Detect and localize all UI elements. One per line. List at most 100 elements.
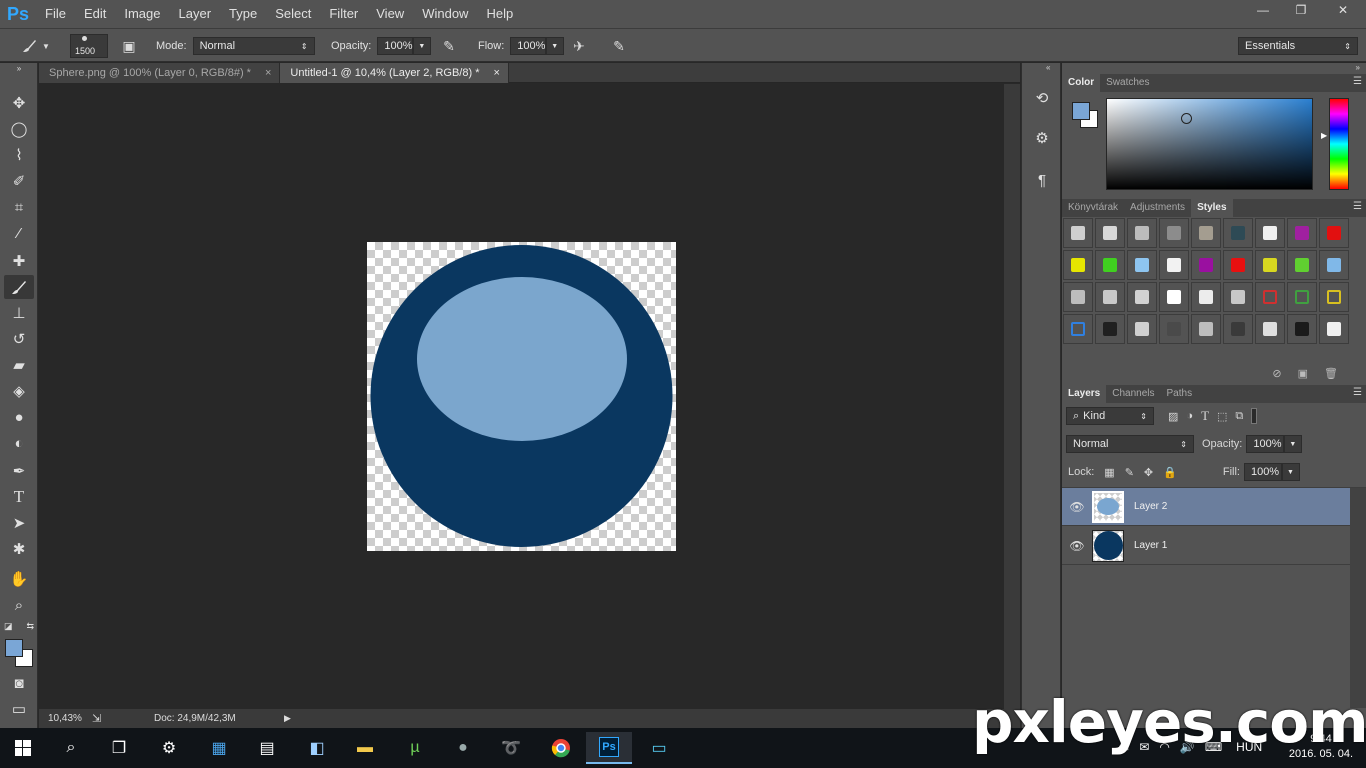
style-preset[interactable] bbox=[1223, 218, 1253, 248]
expand-panel-icon[interactable]: » bbox=[1356, 63, 1360, 72]
notes-app[interactable]: ◧ bbox=[294, 732, 340, 764]
style-preset[interactable] bbox=[1255, 250, 1285, 280]
layer-opacity-input[interactable]: 100% bbox=[1246, 435, 1285, 453]
new-style-icon[interactable]: ▣ bbox=[1298, 367, 1308, 380]
tab-adjustments[interactable]: Adjustments bbox=[1124, 199, 1191, 217]
menu-edit[interactable]: Edit bbox=[75, 0, 115, 28]
control-panel-app[interactable]: ▦ bbox=[196, 732, 242, 764]
blend-mode-dropdown[interactable]: Normal ⇕ bbox=[1066, 435, 1194, 453]
type-tool[interactable]: T bbox=[4, 485, 34, 509]
lasso-tool[interactable]: ⌇ bbox=[4, 143, 34, 167]
photoshop-app[interactable]: Ps bbox=[586, 732, 632, 764]
marquee-tool[interactable]: ◯ bbox=[4, 117, 34, 141]
clone-stamp-tool[interactable]: ⊥ bbox=[4, 301, 34, 325]
menu-view[interactable]: View bbox=[367, 0, 413, 28]
color-picker-marker[interactable] bbox=[1181, 113, 1192, 124]
mode-dropdown[interactable]: Normal ⇕ bbox=[192, 37, 315, 55]
history-panel-button[interactable]: ⟲ bbox=[1031, 87, 1053, 109]
style-preset[interactable] bbox=[1063, 314, 1093, 344]
filter-kind-dropdown[interactable]: ⌕ Kind ⇕ bbox=[1066, 407, 1154, 425]
clear-style-icon[interactable]: ⊘ bbox=[1272, 367, 1281, 380]
filter-toggle-switch[interactable] bbox=[1251, 408, 1258, 424]
style-preset[interactable] bbox=[1127, 218, 1157, 248]
layer-row-layer-2[interactable]: 👁 Layer 2 bbox=[1062, 488, 1350, 526]
paragraph-panel-button[interactable]: ¶ bbox=[1031, 169, 1053, 191]
lock-all-icon[interactable]: 🔒 bbox=[1163, 466, 1177, 479]
tab-swatches[interactable]: Swatches bbox=[1100, 74, 1155, 92]
menu-help[interactable]: Help bbox=[477, 0, 522, 28]
foreground-color-chip[interactable] bbox=[1072, 102, 1090, 120]
workspace-switcher[interactable]: Essentials ⇕ bbox=[1238, 29, 1358, 63]
style-preset[interactable] bbox=[1127, 282, 1157, 312]
panel-menu-icon[interactable]: ☰ bbox=[1353, 76, 1362, 87]
status-menu-arrow-icon[interactable]: ▶ bbox=[284, 713, 291, 724]
quick-selection-tool[interactable]: ✐ bbox=[4, 169, 34, 193]
blur-tool[interactable]: ● bbox=[4, 405, 34, 429]
hue-slider-pointer-icon[interactable]: ▶ bbox=[1321, 131, 1327, 140]
vertical-scrollbar[interactable] bbox=[1004, 84, 1020, 709]
filter-type-icon[interactable]: T bbox=[1201, 408, 1209, 424]
media-app[interactable]: ● bbox=[440, 732, 486, 764]
minimize-button[interactable]: — bbox=[1244, 0, 1282, 20]
panel-menu-icon[interactable]: ☰ bbox=[1353, 201, 1362, 212]
layers-scrollbar[interactable] bbox=[1350, 488, 1366, 708]
filter-pixel-icon[interactable]: ▨ bbox=[1168, 410, 1178, 423]
layer-opacity-slider-toggle[interactable]: ▼ bbox=[1284, 435, 1303, 453]
settings-app[interactable]: ⚙ bbox=[146, 732, 192, 764]
eyedropper-tool[interactable]: ⁄ bbox=[4, 221, 34, 245]
screen-mode-button[interactable]: ▭ bbox=[4, 697, 34, 721]
pressure-opacity-button[interactable]: ✎ bbox=[438, 29, 460, 63]
visibility-eye-icon[interactable]: 👁 bbox=[1062, 500, 1092, 514]
style-preset[interactable] bbox=[1127, 250, 1157, 280]
style-preset[interactable] bbox=[1127, 314, 1157, 344]
zoom-tool[interactable]: ⌕ bbox=[4, 593, 34, 617]
menu-file[interactable]: File bbox=[36, 0, 75, 28]
style-preset[interactable] bbox=[1063, 282, 1093, 312]
style-preset[interactable] bbox=[1287, 250, 1317, 280]
calculator-app[interactable]: ▤ bbox=[244, 732, 290, 764]
flow-input[interactable]: 100% bbox=[510, 37, 547, 55]
document-canvas[interactable] bbox=[367, 242, 676, 551]
menu-filter[interactable]: Filter bbox=[320, 0, 367, 28]
close-button[interactable]: ✕ bbox=[1320, 0, 1366, 20]
path-selection-tool[interactable]: ➤ bbox=[4, 511, 34, 535]
filter-shape-icon[interactable]: ⬚ bbox=[1217, 410, 1227, 423]
tab-libraries[interactable]: Könyvtárak bbox=[1062, 199, 1124, 217]
paint-bucket-tool[interactable]: ◈ bbox=[4, 379, 34, 403]
style-preset[interactable] bbox=[1191, 218, 1221, 248]
dodge-tool[interactable]: ◐ bbox=[4, 431, 34, 455]
pressure-size-button[interactable]: ✎ bbox=[608, 29, 630, 63]
brush-preset-picker[interactable]: ▼ bbox=[18, 29, 50, 63]
zoom-level[interactable]: 10,43% bbox=[48, 713, 88, 724]
style-preset[interactable] bbox=[1063, 250, 1093, 280]
filter-adjustment-icon[interactable]: ◑ bbox=[1186, 410, 1193, 422]
tab-color[interactable]: Color bbox=[1062, 74, 1101, 92]
lock-transparency-icon[interactable]: ▦ bbox=[1104, 466, 1114, 479]
airbrush-button[interactable]: ✈ bbox=[568, 29, 590, 63]
fill-slider-toggle[interactable]: ▼ bbox=[1281, 463, 1300, 481]
search-button[interactable]: ⌕ bbox=[48, 732, 94, 764]
style-preset[interactable] bbox=[1319, 282, 1349, 312]
lock-pixels-icon[interactable]: ✎ bbox=[1125, 466, 1134, 479]
history-brush-tool[interactable]: ↺ bbox=[4, 327, 34, 351]
style-preset[interactable] bbox=[1319, 218, 1349, 248]
close-icon[interactable]: × bbox=[493, 67, 499, 79]
opacity-slider-toggle[interactable]: ▼ bbox=[413, 37, 432, 55]
style-preset[interactable] bbox=[1095, 314, 1125, 344]
custom-shape-tool[interactable]: ✱ bbox=[4, 537, 34, 561]
toggle-brush-panel-button[interactable]: ▣ bbox=[118, 29, 140, 63]
tab-untitled[interactable]: Untitled-1 @ 10,4% (Layer 2, RGB/8) * × bbox=[280, 63, 509, 83]
menu-window[interactable]: Window bbox=[413, 0, 477, 28]
style-preset[interactable] bbox=[1095, 218, 1125, 248]
tab-sphere[interactable]: Sphere.png @ 100% (Layer 0, RGB/8#) * × bbox=[39, 63, 281, 83]
style-preset[interactable] bbox=[1255, 218, 1285, 248]
tab-channels[interactable]: Channels bbox=[1106, 385, 1160, 403]
photos-app[interactable]: ▭ bbox=[636, 732, 682, 764]
style-preset[interactable] bbox=[1255, 314, 1285, 344]
foreground-color-swatch[interactable] bbox=[5, 639, 23, 657]
style-preset[interactable] bbox=[1287, 314, 1317, 344]
visibility-eye-icon[interactable]: 👁 bbox=[1062, 539, 1092, 553]
menu-layer[interactable]: Layer bbox=[170, 0, 221, 28]
style-preset[interactable] bbox=[1223, 250, 1253, 280]
pen-tool[interactable]: ✒ bbox=[4, 459, 34, 483]
